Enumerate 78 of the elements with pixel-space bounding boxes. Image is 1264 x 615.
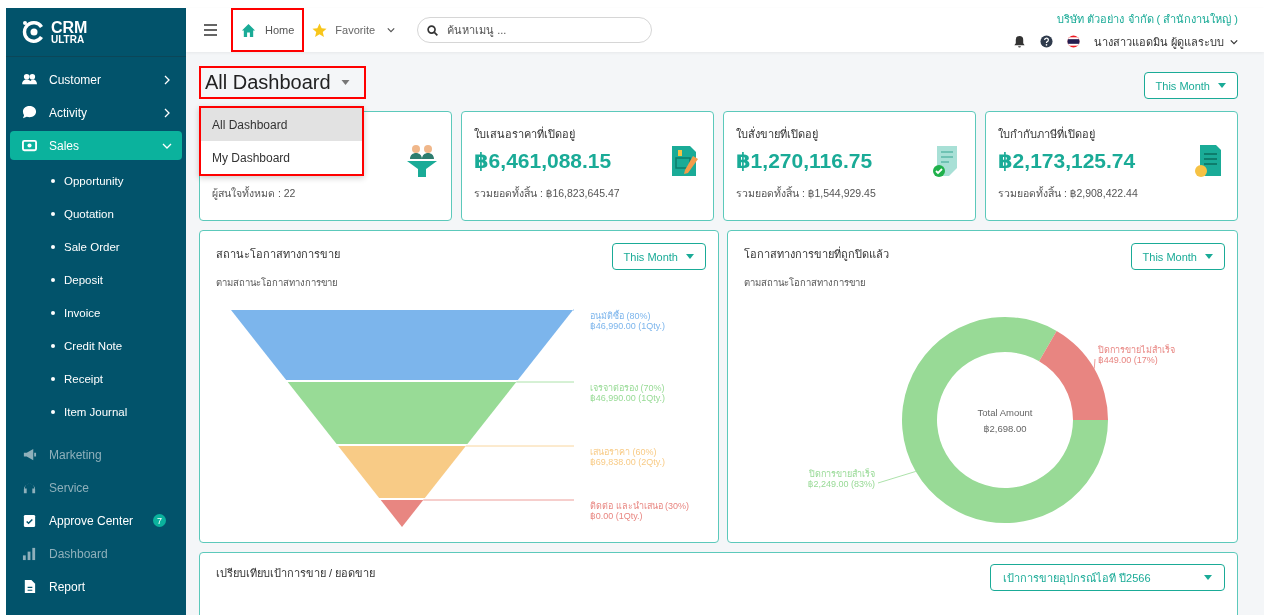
leader-line [515,381,575,383]
menu-icon[interactable] [204,24,217,36]
submenu-item[interactable]: Receipt [6,362,186,395]
sidebar-item[interactable]: Approve Center 7 [10,506,182,535]
chevron-icon [1230,37,1238,46]
dashboard-dropdown[interactable]: All Dashboard [199,66,366,99]
flag-icon[interactable] [1066,35,1080,48]
panel-subtitle: ตามสถานะโอกาสทางการขาย [744,276,867,290]
slice-label: ปิดการขายสำเร็จ [809,469,875,479]
clipboard-check-icon [22,513,37,528]
sidebar-item[interactable]: Customer [10,65,182,94]
slice-value: ฿449.00 (17%) [1098,355,1158,365]
stage-label: ติดต่อ และนำเสนอ (30%) [590,501,689,511]
card-value: ฿1,270,116.75 [736,149,874,173]
card-title: ใบเสนอราคาที่เปิดอยู่ [474,125,576,143]
submenu-item[interactable]: Credit Note [6,329,186,362]
submenu-item[interactable]: Sale Order [6,230,186,263]
card-value: ฿6,461,088.15 [474,149,613,173]
panel-title: เปรียบเทียบเป้าการขาย / ยอดขาย [216,566,376,581]
stage-label: เสนอราคา (60%) [590,447,657,457]
people-icon [22,72,37,87]
count-badge: 7 [153,514,166,527]
document-icon [22,579,37,594]
panel-title: สถานะโอกาสทางการขาย [216,247,340,262]
card-value: ฿2,173,125.74 [998,149,1137,173]
sidebar-item[interactable]: Activity [10,98,182,127]
user-menu[interactable]: นางสาวแอดมิน ผู้ดูแลระบบ [1093,32,1238,51]
money-icon [22,138,37,153]
panel-title: โอกาสทางการขายที่ถูกปิดแล้ว [744,245,889,263]
submenu-item[interactable]: Deposit [6,263,186,296]
star-icon [312,22,328,38]
center-value: ฿2,698.00 [983,423,1027,434]
leader-line [572,309,575,311]
company-name: บริษัท ตัวอย่าง จำกัด ( สำนักงานใหญ่ ) [1057,11,1238,28]
sidebar-item[interactable]: Report [10,572,182,601]
panel-subtitle: ตามสถานะโอกาสทางการขาย [216,276,339,290]
card-total: รวมยอดทั้งสิ้น : ฿16,823,645.47 [474,185,621,201]
help-icon[interactable] [1039,35,1053,48]
caret-icon [1218,83,1226,88]
submenu-item[interactable]: Quotation [6,197,186,230]
leader-line [1093,358,1096,369]
stage-amount: ฿46,990.00 (1Qty.) [590,321,666,331]
chat-icon [22,105,37,120]
home-link[interactable]: Home [231,8,305,52]
card-title: ใบสั่งขายที่เปิดอยู่ [736,125,819,143]
card-total: ผู้สนใจทั้งหมด : 22 [212,185,297,202]
search-field[interactable]: ค้นหาเมนู ... [417,17,653,43]
menu-item[interactable]: All Dashboard [201,108,362,141]
slice-value: ฿2,249.00 (83%) [807,479,875,489]
stage-label: อนุมัติซื้อ (80%) [590,311,651,321]
caret-icon [1205,254,1213,259]
megaphone-icon [22,447,37,462]
bar-chart-icon [22,546,37,561]
search-icon [427,25,439,36]
submenu-item[interactable]: Opportunity [6,164,186,197]
card-total: รวมยอดทั้งสิ้น : ฿2,908,422.44 [998,185,1139,201]
caret-icon [686,254,694,259]
leader-line [877,471,917,484]
submenu-item[interactable]: Invoice [6,296,186,329]
caret-icon [340,80,350,85]
stage-amount: ฿46,990.00 (1Qty.) [590,393,666,403]
bell-icon[interactable] [1012,35,1026,48]
card-title: ใบกำกับภาษีที่เปิดอยู่ [998,125,1096,143]
card-total: รวมยอดทั้งสิ้น : ฿1,544,929.45 [736,185,877,201]
favorite-menu[interactable]: Favorite [312,22,396,38]
menu-item[interactable]: My Dashboard [201,141,362,174]
home-icon [241,22,256,38]
slice-label: ปิดการขายไม่สำเร็จ [1098,345,1175,355]
submenu-item[interactable]: Item Journal [6,395,186,428]
stage-label: เจรจาต่อรอง (70%) [590,383,665,393]
logo-text: CRM [51,19,88,35]
people-funnel-icon [405,144,439,178]
center-label: Total Amount [977,407,1033,418]
stage-amount: ฿69,838.00 (2Qty.) [590,457,666,467]
stage-amount: ฿0.00 (1Qty.) [590,511,643,521]
caret-icon [1204,575,1212,580]
logo-subtext: ULTRA [51,34,86,45]
chevron-icon [387,26,396,34]
